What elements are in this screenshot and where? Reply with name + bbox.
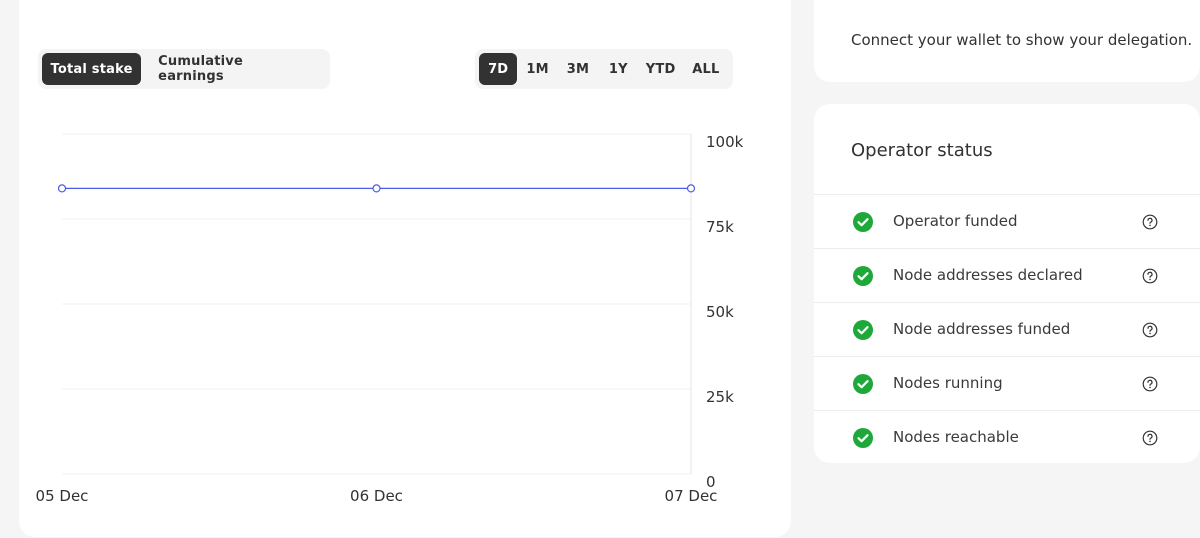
- stake-chart: 100k75k50k25k005 Dec 06 Dec 07 Dec: [36, 133, 744, 505]
- operator-status-title: Operator status: [851, 140, 993, 161]
- status-label: Nodes running: [893, 374, 1003, 392]
- status-row-node-addresses-funded: Node addresses funded: [814, 302, 1200, 356]
- status-label: Nodes reachable: [893, 428, 1019, 446]
- status-row-node-addresses-declared: Node addresses declared: [814, 248, 1200, 302]
- status-row-nodes-reachable: Nodes reachable: [814, 410, 1200, 464]
- check-circle-icon: [853, 320, 873, 340]
- data-point: [57, 184, 67, 193]
- x-tick-label: 05 Dec: [36, 487, 89, 505]
- wallet-message: Connect your wallet to show your delegat…: [851, 31, 1193, 49]
- status-label: Node addresses declared: [893, 266, 1083, 284]
- help-icon[interactable]: [1142, 322, 1158, 338]
- x-tick-label: 07 Dec: [665, 487, 718, 505]
- status-row-operator-funded: Operator funded: [814, 194, 1200, 248]
- check-circle-icon: [853, 212, 873, 232]
- help-icon[interactable]: [1142, 268, 1158, 284]
- help-icon[interactable]: [1142, 376, 1158, 392]
- y-tick-label: 25k: [706, 388, 734, 406]
- help-icon[interactable]: [1142, 214, 1158, 230]
- y-tick-label: 75k: [706, 218, 734, 236]
- check-circle-icon: [853, 428, 873, 448]
- check-circle-icon: [853, 374, 873, 394]
- status-row-nodes-running: Nodes running: [814, 356, 1200, 410]
- help-icon[interactable]: [1142, 430, 1158, 446]
- data-point: [372, 184, 381, 193]
- y-tick-label: 50k: [706, 303, 734, 321]
- x-tick-label: 06 Dec: [350, 487, 403, 505]
- data-point: [686, 184, 696, 193]
- check-circle-icon: [853, 266, 873, 286]
- status-list: Operator funded Node addresses declared …: [814, 194, 1200, 464]
- operator-status-card: Operator status Operator funded Node add…: [814, 104, 1200, 463]
- wallet-card: Connect your wallet to show your delegat…: [814, 0, 1200, 82]
- status-label: Operator funded: [893, 212, 1018, 230]
- y-tick-label: 100k: [706, 133, 744, 151]
- status-label: Node addresses funded: [893, 320, 1071, 338]
